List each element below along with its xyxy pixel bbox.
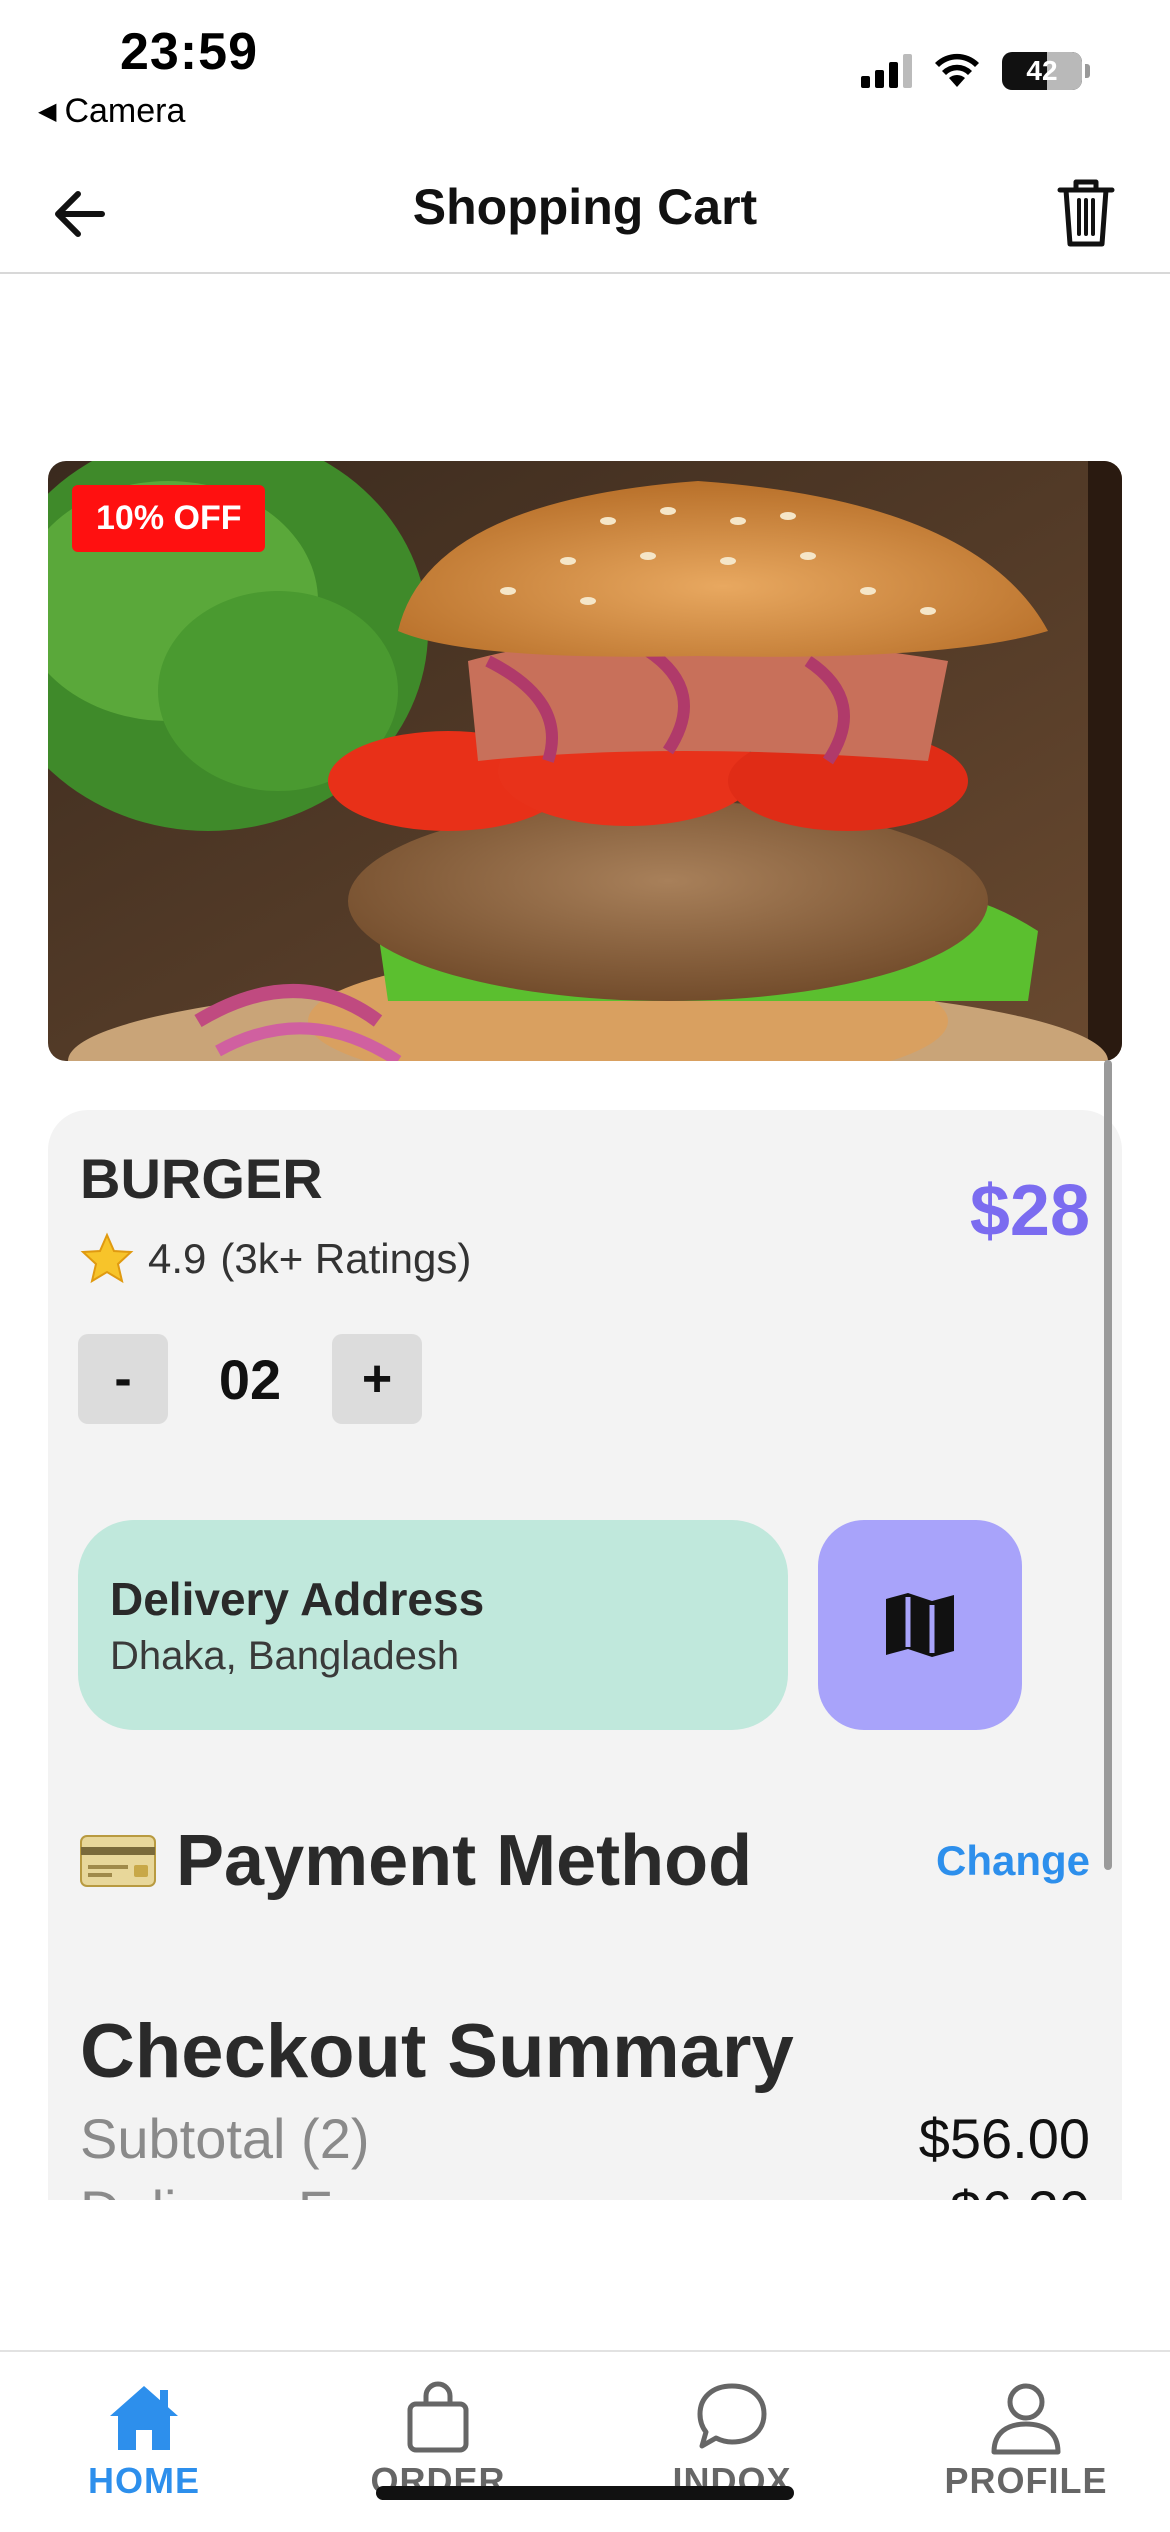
- back-triangle-icon: ◀: [38, 98, 57, 125]
- summary-label: Delivery Fee: [80, 2178, 394, 2200]
- rating-value: 4.9: [148, 1235, 207, 1282]
- payment-method-row: Payment Method Change: [80, 1820, 1090, 1902]
- delivery-address-box[interactable]: Delivery Address Dhaka, Bangladesh: [78, 1520, 788, 1730]
- back-app-label: Camera: [64, 92, 186, 130]
- quantity-stepper: - 02 +: [78, 1334, 422, 1424]
- discount-badge: 10% OFF: [72, 485, 266, 552]
- back-to-app-link[interactable]: ◀ Camera: [38, 92, 185, 131]
- delivery-address-value: Dhaka, Bangladesh: [110, 1634, 460, 1678]
- app-header: Shopping Cart: [0, 160, 1170, 274]
- status-time: 23:59: [120, 23, 258, 81]
- checkout-summary-title: Checkout Summary: [80, 2009, 794, 2094]
- scrollbar[interactable]: [1104, 1060, 1112, 1870]
- trash-icon[interactable]: [1054, 176, 1118, 250]
- summary-row-subtotal: Subtotal (2) $56.00: [80, 2106, 1090, 2171]
- decrement-button[interactable]: -: [78, 1334, 168, 1424]
- shopping-bag-icon: [407, 2381, 469, 2453]
- bottom-navigation: HOME ORDER INDOX PROFILE: [0, 2350, 1170, 2532]
- page-title: Shopping Cart: [412, 179, 758, 235]
- map-icon: [886, 1593, 954, 1657]
- summary-row-delivery-fee: Delivery Fee $6.20: [80, 2178, 1090, 2200]
- product-details-card: BURGER $28 4.9 (3k+ Ratings) - 02 + Deli…: [48, 1110, 1122, 2200]
- map-button[interactable]: [818, 1520, 1022, 1730]
- product-rating: 4.9 (3k+ Ratings): [80, 1232, 471, 1286]
- wifi-icon: [935, 53, 979, 87]
- summary-value: $56.00: [918, 2107, 1090, 2170]
- home-indicator[interactable]: [376, 2486, 794, 2500]
- chat-bubble-icon: [697, 2383, 767, 2449]
- battery-level: 42: [1026, 55, 1058, 86]
- rating-count: (3k+ Ratings): [220, 1235, 472, 1282]
- nav-home[interactable]: HOME: [24, 2378, 264, 2502]
- increment-button[interactable]: +: [332, 1334, 422, 1424]
- star-icon: [80, 1232, 134, 1284]
- status-icons: 42: [861, 52, 1090, 90]
- nav-profile[interactable]: PROFILE: [906, 2378, 1146, 2502]
- quantity-value: 02: [218, 1347, 282, 1411]
- credit-card-icon: [80, 1835, 156, 1887]
- battery-icon: 42: [1002, 52, 1082, 90]
- product-name: BURGER: [80, 1147, 323, 1210]
- nav-inbox[interactable]: INDOX: [612, 2378, 852, 2502]
- payment-method-title: Payment Method: [176, 1821, 753, 1901]
- user-icon: [991, 2383, 1061, 2455]
- product-image: 10% OFF: [48, 461, 1122, 1061]
- summary-value: $6.20: [950, 2178, 1090, 2200]
- nav-label: PROFILE: [944, 2460, 1108, 2501]
- home-icon: [110, 2386, 178, 2450]
- cellular-signal-icon: [861, 54, 912, 88]
- summary-label: Subtotal (2): [80, 2107, 370, 2170]
- nav-order[interactable]: ORDER: [318, 2378, 558, 2502]
- delivery-address-title: Delivery Address: [110, 1573, 485, 1625]
- change-payment-link[interactable]: Change: [936, 1837, 1090, 1885]
- nav-label: HOME: [88, 2460, 200, 2501]
- product-price: $28: [969, 1171, 1090, 1251]
